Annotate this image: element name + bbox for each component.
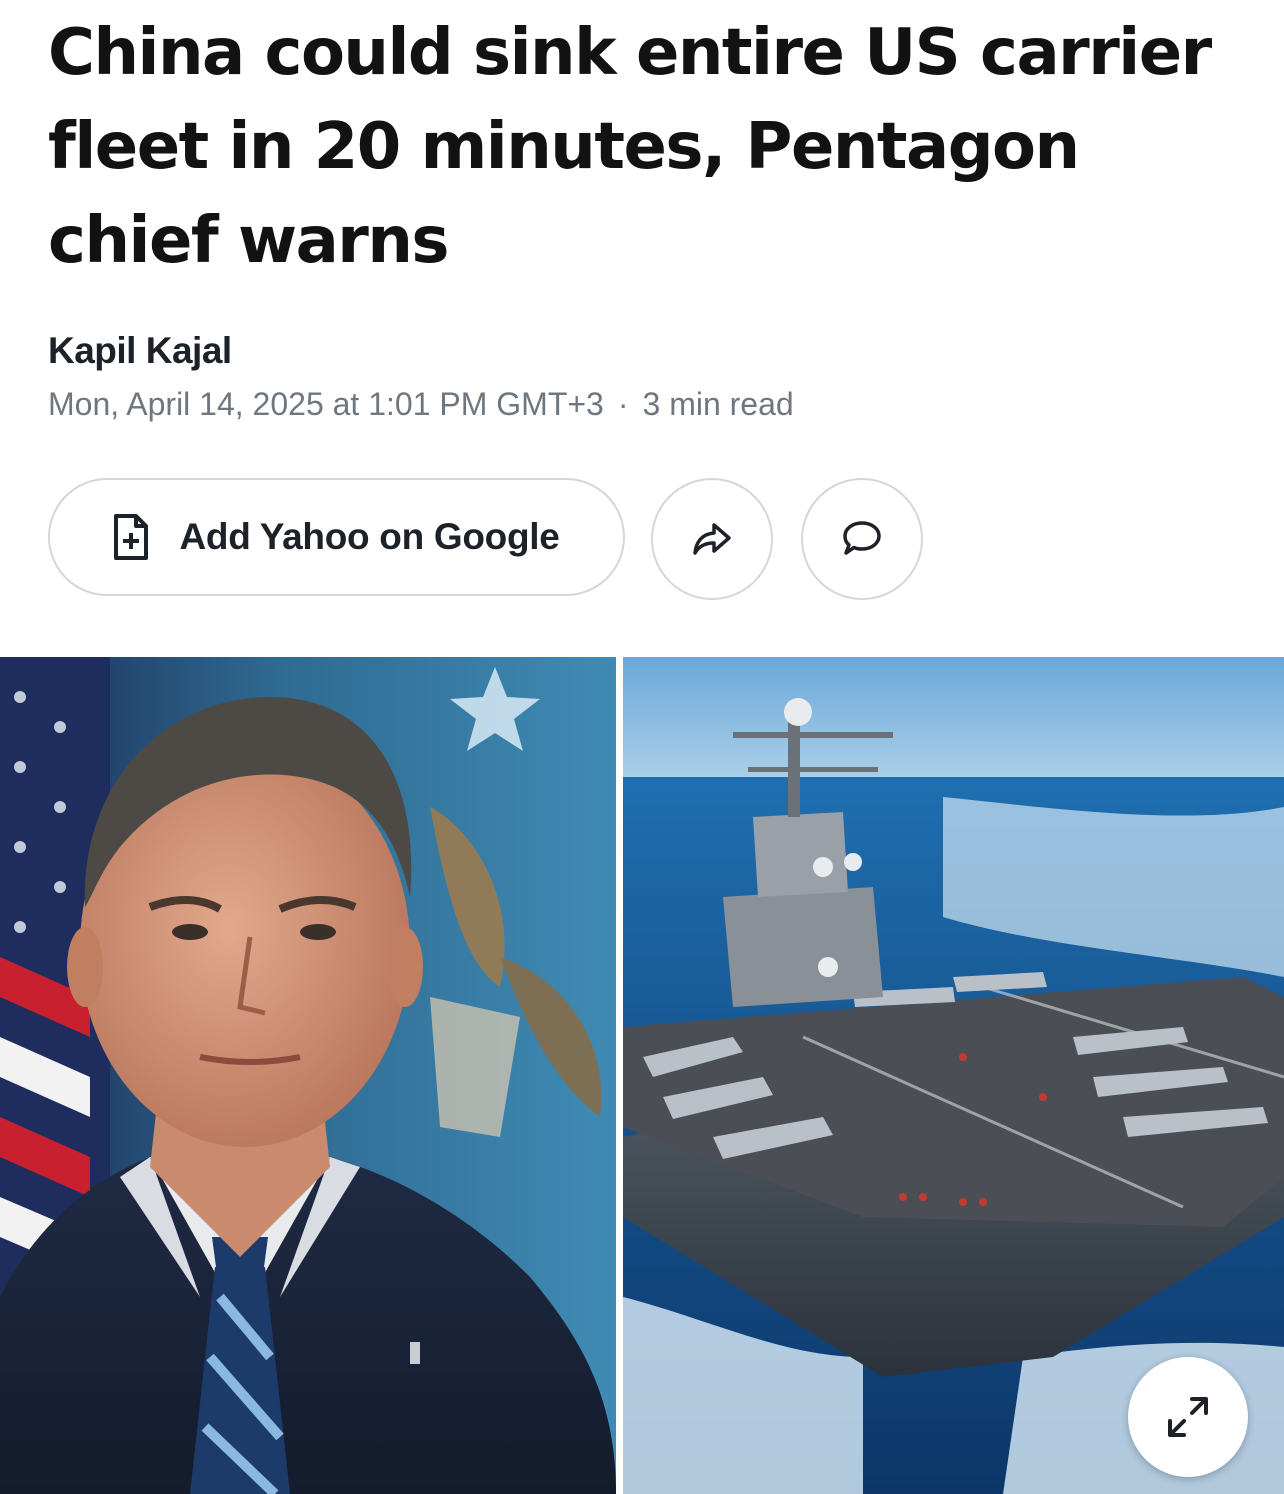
add-yahoo-on-google-label: Add Yahoo on Google <box>179 516 560 557</box>
portrait-photo[interactable] <box>0 657 616 1494</box>
meta-separator: · <box>617 386 629 422</box>
article-headline: China could sink entire US carrier fleet… <box>48 16 1212 278</box>
add-yahoo-on-google-button[interactable]: Add Yahoo on Google <box>48 478 625 596</box>
share-button[interactable] <box>651 478 773 600</box>
expand-image-button[interactable] <box>1128 1357 1248 1477</box>
comment-button[interactable] <box>801 478 923 600</box>
add-document-icon <box>113 513 149 561</box>
article-images <box>0 657 1284 1494</box>
speech-bubble-icon <box>841 519 883 559</box>
read-time: 3 min read <box>642 386 794 422</box>
author-name[interactable]: Kapil Kajal <box>48 330 232 372</box>
publish-date: Mon, April 14, 2025 at 1:01 PM GMT+3 <box>48 386 604 422</box>
expand-arrows-icon <box>1164 1393 1212 1441</box>
share-arrow-icon <box>692 522 732 556</box>
article-meta: Mon, April 14, 2025 at 1:01 PM GMT+3 · 3 m… <box>48 386 794 423</box>
